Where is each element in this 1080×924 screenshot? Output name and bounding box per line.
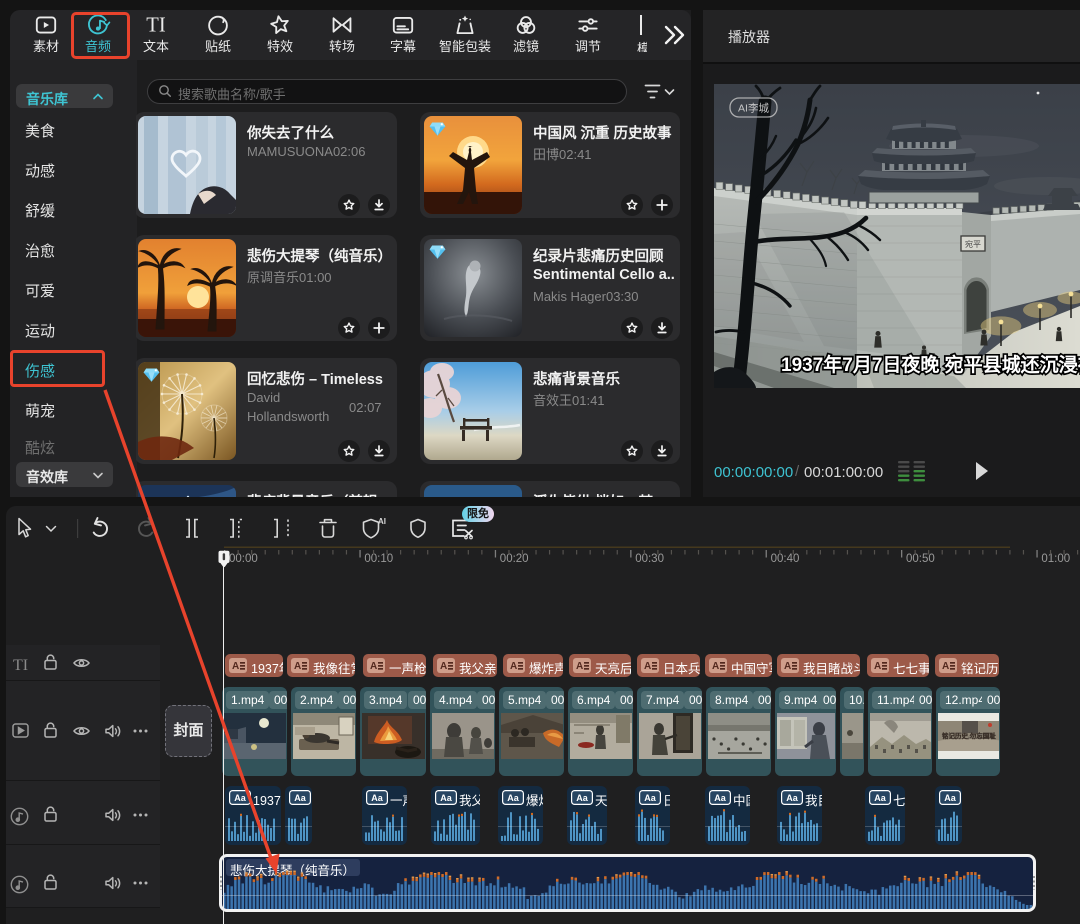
svg-text:A: A [712,661,719,672]
svg-text:00:10: 00:10 [364,553,393,565]
svg-text:00:20: 00:20 [500,553,529,565]
svg-text:A: A [370,661,377,672]
svg-text:A: A [942,661,949,672]
svg-text:A: A [440,661,447,672]
svg-text:TI: TI [13,657,28,674]
svg-text:铭记历史,勿忘国耻: 铭记历史,勿忘国耻 [942,731,996,740]
svg-text:A: A [294,661,301,672]
svg-text:01:00: 01:00 [1041,553,1070,565]
svg-text:A: A [232,661,239,672]
svg-text:A: A [510,661,517,672]
svg-text:A: A [576,661,583,672]
svg-text:A: A [784,661,791,672]
svg-text:00:50: 00:50 [906,553,935,565]
svg-text:A: A [644,661,651,672]
svg-text:00:30: 00:30 [635,553,664,565]
svg-text:00:40: 00:40 [771,553,800,565]
svg-text:A: A [874,661,881,672]
svg-text:00:00: 00:00 [229,553,258,565]
